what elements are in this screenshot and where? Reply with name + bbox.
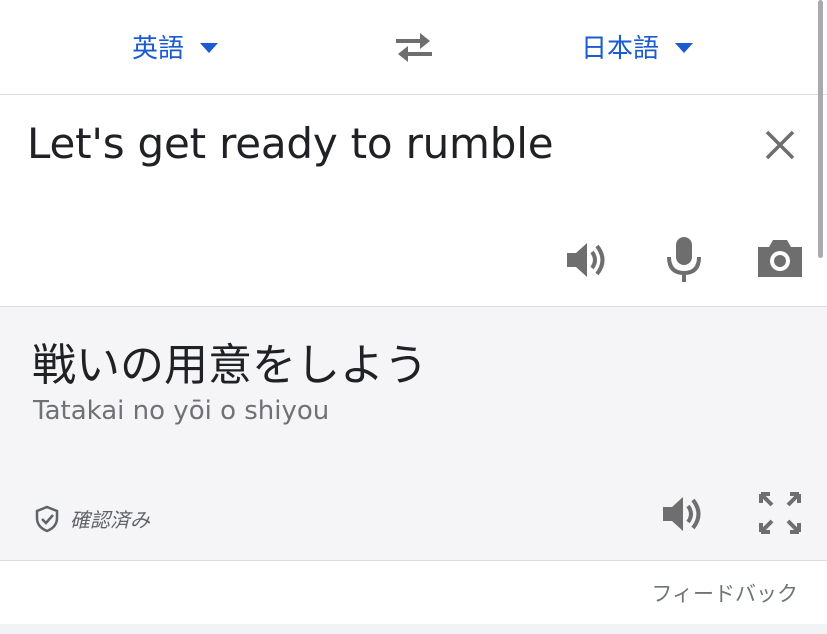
fullscreen-button[interactable] [758, 491, 802, 535]
translation-panel: 戦いの用意をしよう Tatakai no yōi o shiyou 確認済み [0, 307, 827, 561]
close-icon [765, 130, 795, 160]
swap-icon [396, 33, 432, 62]
camera-icon [758, 240, 802, 277]
feedback-link[interactable]: フィードバック [651, 578, 798, 608]
source-text-input[interactable]: Let's get ready to rumble [27, 119, 554, 168]
language-bar: 英語 日本語 [0, 0, 827, 95]
scrollbar[interactable] [818, 0, 823, 258]
romanization-text: Tatakai no yōi o shiyou [33, 396, 330, 426]
fullscreen-icon [759, 492, 801, 534]
target-language-selector[interactable]: 日本語 [581, 28, 694, 64]
camera-button[interactable] [756, 237, 804, 279]
shield-check-icon [35, 505, 59, 532]
swap-languages-button[interactable] [392, 27, 436, 67]
verified-badge: 確認済み [34, 504, 150, 533]
source-panel: Let's get ready to rumble [0, 95, 827, 307]
chevron-down-icon [675, 43, 694, 53]
bottom-divider [0, 624, 827, 634]
source-language-label: 英語 [132, 33, 185, 64]
microphone-icon [667, 237, 701, 282]
target-language-label: 日本語 [581, 33, 660, 64]
speaker-icon [663, 497, 701, 531]
translation-listen-button[interactable] [661, 493, 707, 535]
translate-page: 英語 日本語 Let's get ready to rumble 戦いの用意をし… [0, 0, 827, 634]
microphone-button[interactable] [664, 235, 704, 285]
source-language-selector[interactable]: 英語 [132, 28, 219, 64]
chevron-down-icon [200, 43, 219, 53]
source-listen-button[interactable] [565, 239, 611, 281]
clear-button[interactable] [760, 125, 800, 165]
speaker-icon [567, 243, 605, 277]
verified-label: 確認済み [70, 508, 150, 532]
translation-text: 戦いの用意をしよう [32, 340, 428, 391]
